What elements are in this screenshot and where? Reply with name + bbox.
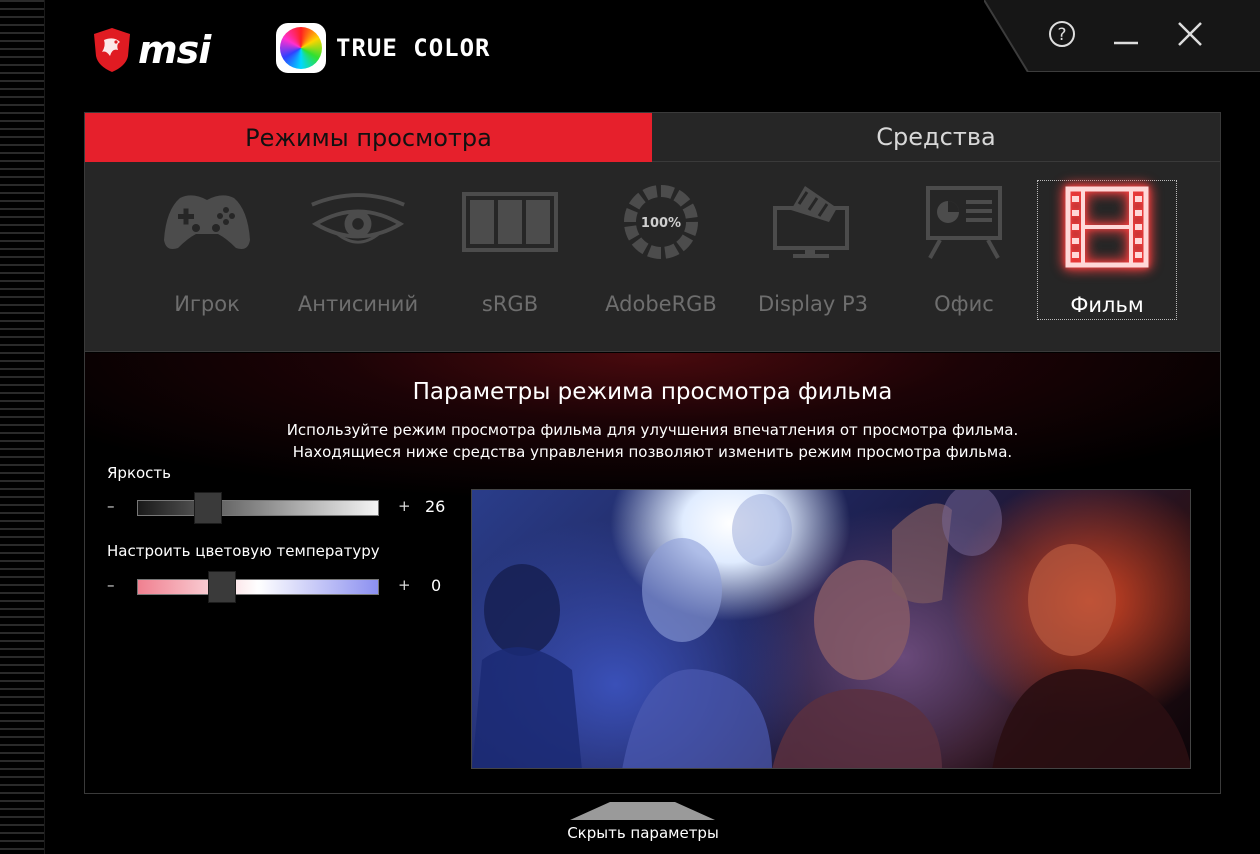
presentation-icon (926, 186, 1002, 259)
tab-bar: Режимы просмотра Средства (85, 113, 1220, 162)
settings-area: Параметры режима просмотра фильма Исполь… (85, 353, 1220, 793)
gauge-100-icon: 100% (624, 185, 698, 259)
mode-srgb[interactable]: sRGB (440, 180, 580, 318)
brightness-value: 26 (425, 497, 446, 516)
mode-anti-blue[interactable]: Антисиний (288, 180, 428, 318)
msi-dragon-icon (94, 28, 130, 72)
mode-label: Фильм (1070, 293, 1144, 317)
mode-display-p3[interactable]: Display P3 (743, 180, 883, 318)
close-icon (1178, 22, 1202, 46)
collapse-arrow-icon[interactable] (570, 802, 715, 820)
msi-logo: msi (92, 24, 252, 76)
true-color-logo: TRUE COLOR (276, 23, 491, 73)
product-title: TRUE COLOR (336, 34, 491, 62)
settings-description: Используйте режим просмотра фильма для у… (85, 419, 1220, 463)
mode-adobergb[interactable]: 100% AdobeRGB (591, 180, 731, 318)
color-wheel-icon (276, 23, 326, 73)
gamepad-icon (164, 195, 250, 249)
monitor-clapper-icon (773, 186, 849, 258)
color-temperature-label: Настроить цветовую температуру (107, 542, 380, 560)
eye-icon (311, 193, 405, 244)
mode-movie[interactable]: Фильм (1037, 180, 1177, 320)
tab-tools[interactable]: Средства (652, 113, 1220, 162)
brightness-label: Яркость (107, 464, 172, 482)
color-temperature-slider[interactable] (137, 571, 379, 603)
panels-icon (462, 192, 558, 252)
help-icon: ? (1049, 21, 1075, 47)
main-panel: Режимы просмотра Средства Игрок Антисини… (84, 112, 1221, 794)
mode-label: sRGB (481, 292, 539, 316)
mode-gamer[interactable]: Игрок (137, 180, 277, 318)
svg-text:?: ? (1057, 25, 1066, 45)
tab-view-modes[interactable]: Режимы просмотра (85, 113, 652, 162)
film-icon (1065, 186, 1149, 268)
help-button[interactable]: ? (1042, 14, 1082, 54)
color-temperature-value: 0 (431, 576, 442, 595)
msi-wordmark: msi (138, 28, 211, 72)
mode-label: Display P3 (757, 292, 869, 316)
hide-settings-button[interactable]: Скрыть параметры (543, 824, 743, 842)
minimize-button[interactable] (1106, 14, 1146, 54)
grip-edge (44, 0, 45, 854)
window-controls: ? (984, 0, 1260, 72)
brightness-minus[interactable]: – (107, 497, 115, 515)
settings-title: Параметры режима просмотра фильма (412, 379, 893, 405)
color-temperature-slider-thumb[interactable] (208, 571, 236, 603)
close-button[interactable] (1170, 14, 1210, 54)
description-line: Используйте режим просмотра фильма для у… (286, 421, 1019, 439)
temperature-minus[interactable]: – (107, 576, 115, 594)
minimize-icon (1114, 41, 1138, 45)
brightness-slider[interactable] (137, 492, 379, 524)
preview-image (471, 489, 1191, 769)
mode-selector: Игрок Антисиний sRGB 100% AdobeRGB Displ… (85, 162, 1220, 352)
brightness-plus[interactable]: + (398, 497, 411, 515)
mode-label: Офис (934, 292, 994, 316)
svg-text:100%: 100% (641, 216, 681, 231)
temperature-plus[interactable]: + (398, 576, 411, 594)
mode-label: Антисиний (297, 292, 419, 316)
mode-label: Игрок (174, 292, 240, 316)
mode-office[interactable]: Офис (894, 180, 1034, 318)
description-line: Находящиеся ниже средства управления поз… (292, 443, 1013, 461)
preview-crowd-silhouettes (472, 490, 1190, 768)
mode-label: AdobeRGB (605, 292, 717, 316)
brightness-slider-thumb[interactable] (193, 492, 222, 524)
window-grip (0, 0, 44, 854)
